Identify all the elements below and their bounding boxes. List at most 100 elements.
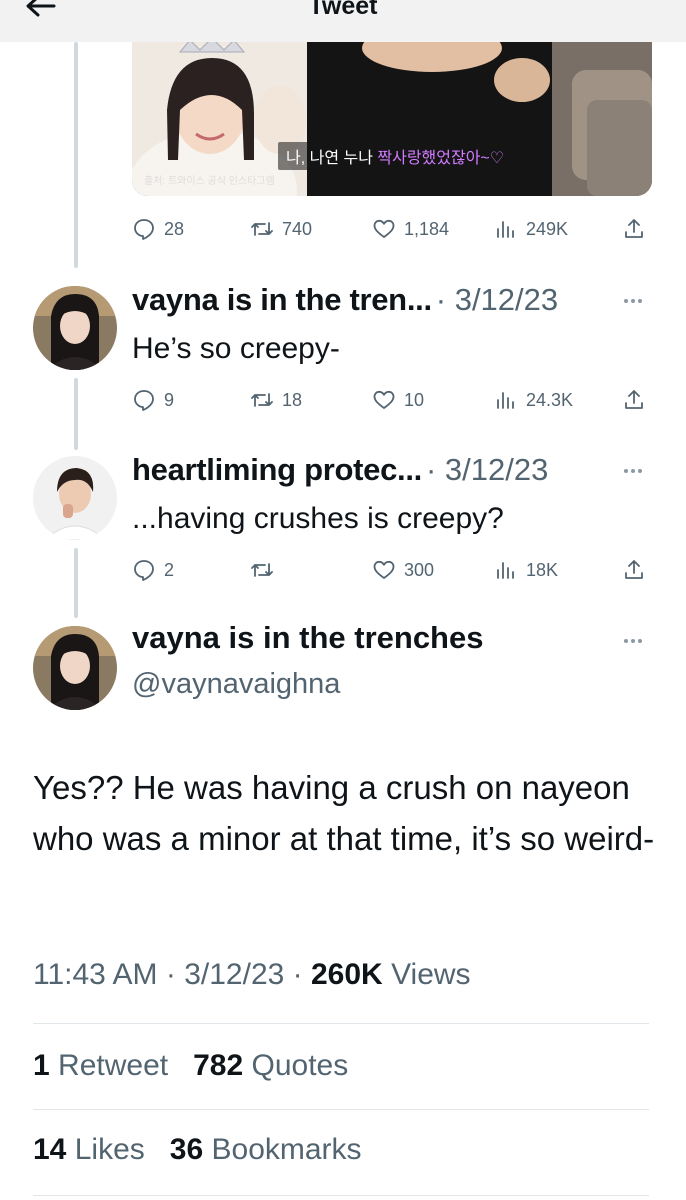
parent-tweet-actions: 28 740 1,184 249K — [132, 214, 652, 244]
like-button[interactable]: 10 — [372, 385, 424, 415]
dot — [638, 639, 642, 643]
retweet-icon — [251, 222, 273, 236]
likes-link[interactable]: 14 Likes — [33, 1133, 145, 1166]
tweet-meta: 11:43 AM · 3/12/23 · 260K Views — [33, 958, 471, 992]
share-icon — [625, 390, 643, 409]
views-total[interactable]: 260K — [311, 958, 383, 991]
reply-icon — [134, 560, 154, 581]
views-button[interactable]: 24.3K — [494, 385, 573, 415]
bar-chart-icon — [497, 392, 514, 409]
reply-button[interactable]: 2 — [132, 555, 174, 585]
display-name[interactable]: vayna is in the tren... — [132, 282, 432, 318]
dot — [624, 299, 628, 303]
reply-count: 2 — [164, 559, 175, 580]
more-options-button[interactable] — [624, 632, 654, 650]
views-count: 24.3K — [526, 389, 574, 410]
more-options-button[interactable] — [624, 292, 654, 310]
reply-actions: 9 18 10 24.3K — [132, 385, 652, 415]
share-button[interactable] — [622, 385, 646, 415]
retweet-button[interactable] — [250, 555, 282, 585]
retweet-quote-stats: 1 Retweet 782 Quotes — [33, 1049, 348, 1083]
reply-icon — [134, 390, 154, 411]
retweets-label: Retweet — [58, 1049, 169, 1082]
quotes-total: 782 — [193, 1049, 244, 1082]
page-title: Tweet — [308, 0, 378, 20]
divider — [33, 1195, 649, 1196]
reply-header: heartliming protec... · 3/12/23 — [132, 452, 548, 488]
dot — [631, 639, 635, 643]
views-button[interactable]: 249K — [494, 214, 568, 244]
quotes-label: Quotes — [251, 1049, 349, 1082]
share-button[interactable] — [622, 555, 646, 585]
avatar[interactable] — [33, 626, 117, 710]
retweets-total: 1 — [33, 1049, 50, 1082]
dot — [631, 299, 635, 303]
likes-label: Likes — [74, 1133, 145, 1166]
share-icon — [625, 219, 643, 238]
reply-actions: 2 300 18K — [132, 555, 652, 585]
more-options-button[interactable] — [624, 462, 654, 480]
dot — [631, 469, 635, 473]
like-count: 300 — [404, 559, 435, 580]
separator: · — [292, 958, 303, 991]
user-handle[interactable]: @vaynavaighna — [132, 668, 340, 701]
media-caption: 나, 나연 누나 짝사랑했었잖아~♡ — [278, 142, 513, 170]
retweet-icon — [251, 393, 273, 407]
tweet-text: ...having crushes is creepy? — [132, 502, 504, 535]
like-count: 10 — [404, 389, 425, 410]
display-name[interactable]: heartliming protec... — [132, 452, 422, 488]
dot — [638, 469, 642, 473]
caption-highlight: 짝사랑했었잖아~♡ — [377, 150, 505, 167]
reply-icon — [134, 219, 154, 240]
likes-bookmarks-stats: 14 Likes 36 Bookmarks — [33, 1133, 362, 1167]
reply-button[interactable]: 28 — [132, 214, 184, 244]
dot — [624, 639, 628, 643]
bookmarks-link[interactable]: 36 Bookmarks — [170, 1133, 362, 1166]
quotes-link[interactable]: 782 Quotes — [193, 1049, 348, 1082]
heart-icon — [373, 219, 395, 238]
retweet-count: 18 — [282, 389, 303, 410]
tweet-media-image[interactable]: 나, 나연 누나 짝사랑했었잖아~♡ 출처: 트와이스 공식 인스타그램 — [132, 40, 652, 196]
separator: · — [165, 958, 176, 991]
timestamp[interactable]: · 3/12/23 — [436, 282, 558, 318]
retweet-button[interactable]: 740 — [250, 214, 312, 244]
avatar[interactable] — [33, 286, 117, 370]
bookmarks-label: Bookmarks — [211, 1133, 362, 1166]
views-count: 249K — [526, 218, 569, 239]
retweet-button[interactable]: 18 — [250, 385, 302, 415]
like-count: 1,184 — [404, 218, 450, 239]
bookmarks-total: 36 — [169, 1133, 204, 1166]
views-count: 18K — [526, 559, 559, 580]
share-button[interactable] — [622, 214, 646, 244]
thread-line — [74, 548, 78, 618]
dot — [638, 299, 642, 303]
display-name[interactable]: vayna is in the trenches — [132, 620, 483, 656]
divider — [33, 1109, 649, 1110]
caption-prefix: 나, 나연 누나 — [286, 150, 378, 167]
like-button[interactable]: 1,184 — [372, 214, 449, 244]
reply-count: 9 — [164, 389, 175, 410]
top-bar: Tweet — [0, 0, 686, 42]
divider — [33, 1023, 649, 1024]
tweet-date: 3/12/23 — [184, 958, 285, 991]
avatar[interactable] — [33, 456, 117, 540]
thread-line — [74, 378, 78, 450]
heart-icon — [373, 560, 395, 579]
avatar-photo — [33, 456, 117, 540]
retweets-link[interactable]: 1 Retweet — [33, 1049, 168, 1082]
likes-total: 14 — [33, 1133, 67, 1166]
bar-chart-icon — [497, 562, 514, 579]
tweet-text: He’s so creepy- — [132, 332, 340, 365]
heart-icon — [373, 390, 395, 409]
retweet-icon — [251, 563, 273, 577]
thread-line — [74, 42, 78, 268]
retweet-count: 740 — [282, 218, 313, 239]
avatar-photo — [33, 626, 117, 710]
like-button[interactable]: 300 — [372, 555, 434, 585]
views-button[interactable]: 18K — [494, 555, 558, 585]
tweet-text: Yes?? He was having a crush on nayeon wh… — [33, 769, 655, 857]
reply-button[interactable]: 9 — [132, 385, 174, 415]
bar-chart-icon — [497, 221, 514, 238]
avatar-photo — [33, 286, 117, 370]
timestamp[interactable]: · 3/12/23 — [426, 452, 548, 488]
